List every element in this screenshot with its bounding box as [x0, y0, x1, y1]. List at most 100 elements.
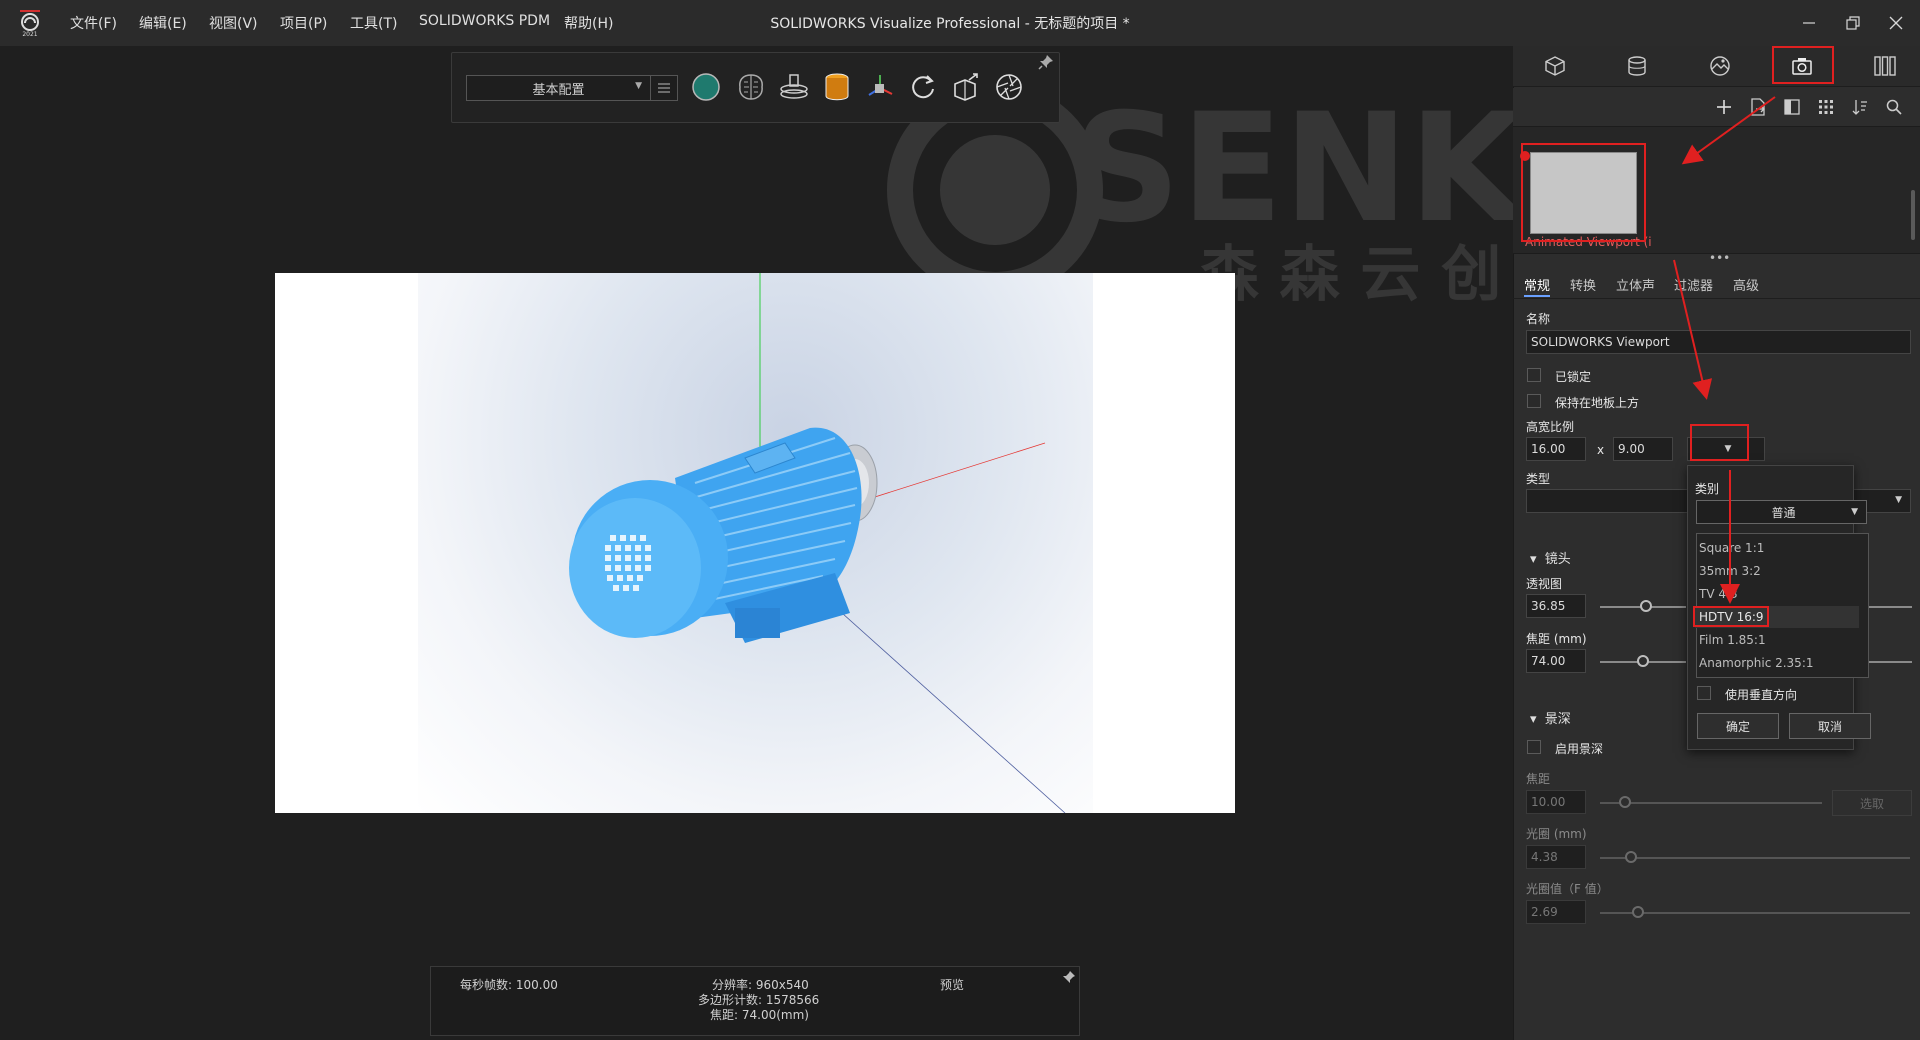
tab-libraries[interactable]: [1855, 46, 1915, 86]
focus-distance-slider: [1600, 802, 1822, 804]
turntable-icon[interactable]: [776, 69, 812, 105]
enable-dof-checkbox[interactable]: [1527, 740, 1541, 754]
perspective-slider-handle[interactable]: [1640, 600, 1652, 612]
svg-text:2021: 2021: [22, 31, 37, 37]
focal-length-slider-handle[interactable]: [1637, 655, 1649, 667]
restore-button[interactable]: [1833, 6, 1873, 40]
tab-appearances[interactable]: [1607, 46, 1667, 86]
locked-label: 已锁定: [1555, 370, 1592, 384]
fps-readout: 每秒帧数: 100.00: [460, 978, 558, 992]
export-file-icon[interactable]: [1745, 94, 1771, 120]
aspect-height-field[interactable]: 9.00: [1613, 437, 1673, 461]
motor-model[interactable]: [275, 273, 1235, 813]
type-label: 类型: [1526, 472, 1551, 486]
dof-section-toggle[interactable]: ▾ 景深: [1530, 708, 1571, 727]
menu-project[interactable]: 项目(P): [280, 13, 327, 33]
material-bucket-icon[interactable]: [819, 69, 855, 105]
menu-pdm[interactable]: SOLIDWORKS PDM: [419, 13, 550, 29]
aperture-label: 光圈 (mm): [1526, 827, 1587, 841]
export-box-icon[interactable]: [948, 69, 984, 105]
pin-icon[interactable]: [1062, 970, 1076, 984]
aperture-slider-handle: [1625, 851, 1637, 863]
xyz-gizmo-icon[interactable]: [862, 69, 898, 105]
environment-sphere-icon[interactable]: [688, 69, 724, 105]
refresh-icon[interactable]: [905, 69, 941, 105]
camera-name-field[interactable]: SOLIDWORKS Viewport: [1526, 330, 1911, 354]
search-icon[interactable]: [1881, 94, 1907, 120]
pick-focus-button: 选取: [1832, 790, 1912, 816]
subtab-advanced[interactable]: 高级: [1733, 275, 1759, 294]
window-title: SOLIDWORKS Visualize Professional - 无标题的…: [770, 16, 1130, 32]
configuration-select[interactable]: 基本配置 ▼: [466, 75, 651, 101]
focus-distance-label: 焦距: [1526, 772, 1551, 786]
title-bar: 2021 文件(F) 编辑(E) 视图(V) 项目(P) 工具(T) SOLID…: [0, 0, 1920, 47]
aperture-icon[interactable]: [991, 69, 1027, 105]
use-vertical-checkbox[interactable]: [1697, 686, 1711, 700]
fstop-value: 2.69: [1531, 905, 1558, 919]
render-canvas[interactable]: [275, 273, 1235, 813]
pin-icon[interactable]: [1038, 54, 1054, 70]
lens-section-toggle[interactable]: ▾ 镜头: [1530, 548, 1571, 567]
aspect-separator: x: [1597, 443, 1605, 457]
divider: [1513, 298, 1920, 299]
menu-file[interactable]: 文件(F): [70, 13, 117, 33]
active-tab-indicator: [1524, 295, 1550, 297]
menu-tools[interactable]: 工具(T): [350, 13, 397, 33]
preset-option[interactable]: Film 1.85:1: [1695, 629, 1859, 651]
aspect-width-value: 16.00: [1531, 442, 1566, 456]
fstop-label: 光圈值（F 值）: [1526, 882, 1609, 896]
camera-list-scrollbar[interactable]: [1911, 190, 1915, 240]
annotation-box: [1690, 424, 1749, 461]
keep-above-floor-checkbox[interactable]: [1527, 394, 1541, 408]
subtab-filters[interactable]: 过滤器: [1674, 275, 1713, 294]
perspective-label: 透视图: [1526, 577, 1563, 591]
preset-option[interactable]: TV 4:3: [1695, 583, 1859, 605]
minimize-button[interactable]: [1789, 6, 1829, 40]
brain-icon[interactable]: [733, 69, 769, 105]
preset-option[interactable]: Anamorphic 2.35:1: [1695, 652, 1859, 674]
camera-name-value: SOLIDWORKS Viewport: [1531, 335, 1670, 349]
more-icon[interactable]: •••: [1709, 251, 1730, 265]
aspect-ratio-label: 高宽比例: [1526, 420, 1575, 434]
category-value: 普通: [1771, 505, 1796, 520]
subtab-general[interactable]: 常规: [1524, 275, 1550, 294]
app-logo-icon[interactable]: 2021: [14, 9, 46, 38]
ok-button[interactable]: 确定: [1697, 713, 1779, 739]
name-label: 名称: [1526, 312, 1551, 326]
preset-option[interactable]: 35mm 3:2: [1695, 560, 1859, 582]
category-select[interactable]: 普通 ▼: [1696, 500, 1867, 524]
tab-models[interactable]: [1525, 46, 1585, 86]
focal-length-field[interactable]: 74.00: [1526, 649, 1586, 673]
sort-icon[interactable]: [1847, 94, 1873, 120]
aspect-width-field[interactable]: 16.00: [1526, 437, 1586, 461]
grid-view-icon[interactable]: [1813, 94, 1839, 120]
libraries-columns-icon: [1874, 56, 1896, 76]
enable-dof-label: 启用景深: [1555, 742, 1604, 756]
add-icon[interactable]: [1711, 94, 1737, 120]
cancel-button[interactable]: 取消: [1789, 713, 1871, 739]
aperture-slider: [1600, 857, 1910, 859]
fstop-slider-handle: [1632, 906, 1644, 918]
list-icon: [658, 83, 670, 93]
split-view-icon[interactable]: [1779, 94, 1805, 120]
menu-edit[interactable]: 编辑(E): [139, 13, 187, 33]
configuration-list-button[interactable]: [650, 75, 678, 101]
fstop-field: 2.69: [1526, 900, 1586, 924]
close-button[interactable]: [1876, 6, 1916, 40]
preset-option[interactable]: Square 1:1: [1695, 537, 1859, 559]
annotation-box: [1693, 606, 1769, 627]
annotation-box: [1772, 46, 1834, 84]
dof-section-title: 景深: [1544, 712, 1571, 727]
focal-length-value: 74.00: [1531, 654, 1566, 668]
chevron-down-icon: ▼: [635, 81, 642, 91]
subtab-transform[interactable]: 转换: [1570, 275, 1596, 294]
locked-checkbox[interactable]: [1527, 368, 1541, 382]
subtab-stereo[interactable]: 立体声: [1616, 275, 1655, 294]
annotation-box: [1521, 143, 1646, 242]
keep-above-floor-label: 保持在地板上方: [1555, 396, 1640, 410]
focal-length-label: 焦距 (mm): [1526, 632, 1587, 646]
perspective-field[interactable]: 36.85: [1526, 594, 1586, 618]
menu-view[interactable]: 视图(V): [209, 13, 258, 33]
fstop-slider: [1600, 912, 1910, 914]
tab-scenes[interactable]: [1690, 46, 1750, 86]
